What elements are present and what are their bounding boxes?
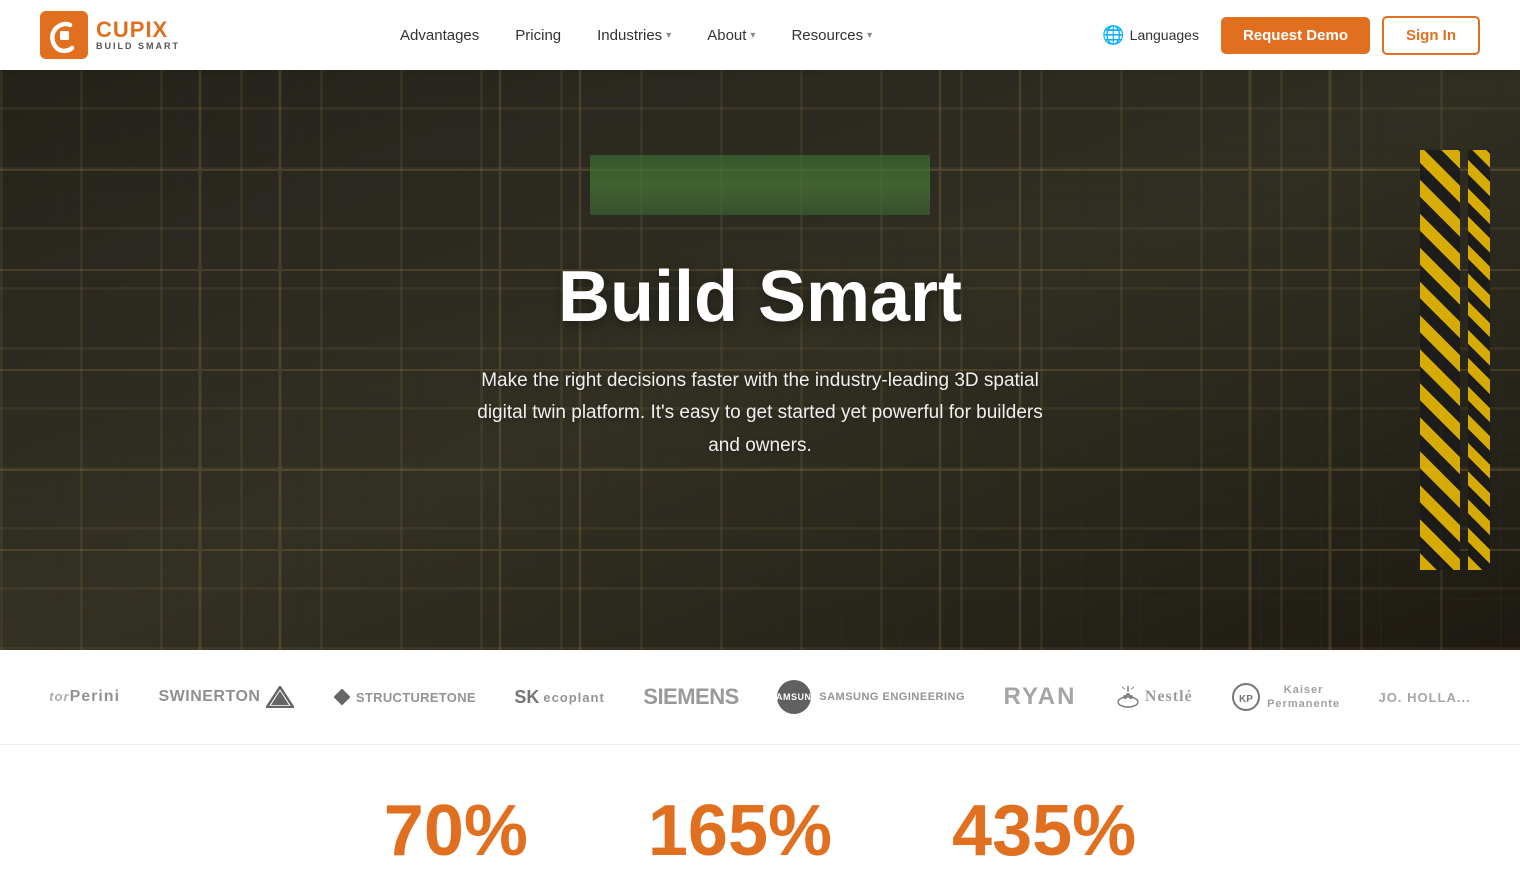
structuretone-icon: [333, 688, 351, 706]
chevron-down-icon: ▾: [750, 30, 755, 41]
chevron-down-icon: ▾: [867, 30, 872, 41]
nav-links: Advantages Pricing Industries ▾ About ▾ …: [386, 19, 886, 52]
hero-title: Build Smart: [470, 258, 1050, 337]
logo-kaiser-permanente: KP KaiserPermanente: [1231, 682, 1340, 712]
stat-value-2: 165%: [648, 795, 832, 867]
logo-tor-perini: torPerini: [49, 688, 120, 706]
nav-about[interactable]: About ▾: [693, 19, 769, 52]
logos-strip: torPerini SWINERTON STRUCTURETONE SK eco…: [0, 650, 1520, 745]
stat-1: 70%: [384, 795, 528, 867]
stat-value-3: 435%: [952, 795, 1136, 867]
nav-actions: 🌐 Languages Request Demo Sign In: [1092, 16, 1480, 55]
logo-samsung: SAMSUNG SAMSUNG ENGINEERING: [777, 680, 965, 714]
stat-value-1: 70%: [384, 795, 528, 867]
sign-in-button[interactable]: Sign In: [1382, 16, 1480, 55]
logo-holland: JO. HOLLA...: [1379, 690, 1471, 705]
logo-brand: CUPIX: [96, 18, 180, 42]
nav-advantages[interactable]: Advantages: [386, 19, 493, 52]
swinerton-icon: [266, 686, 294, 708]
globe-icon: 🌐: [1102, 25, 1124, 46]
language-selector[interactable]: 🌐 Languages: [1092, 19, 1209, 52]
request-demo-button[interactable]: Request Demo: [1221, 17, 1370, 54]
logo-structuretone: STRUCTURETONE: [333, 688, 476, 706]
stat-3: 435%: [952, 795, 1136, 867]
hero-stripe-right2: [1468, 150, 1490, 570]
stats-section: 70% 165% 435%: [0, 745, 1520, 877]
hero-content: Build Smart Make the right decisions fas…: [440, 258, 1080, 462]
logo-text: CUPIX BUILD SMART: [96, 18, 180, 52]
nav-pricing[interactable]: Pricing: [501, 19, 575, 52]
hero-stripe-right: [1420, 150, 1460, 570]
navbar: CUPIX BUILD SMART Advantages Pricing Ind…: [0, 0, 1520, 70]
logo-icon: [40, 11, 88, 59]
hero-tarp: [590, 155, 930, 215]
hero-section: Build Smart Make the right decisions fas…: [0, 70, 1520, 650]
logo-tagline: BUILD SMART: [96, 42, 180, 52]
logo-siemens: SIEMENS: [643, 684, 739, 710]
nestle-icon: [1115, 684, 1141, 710]
chevron-down-icon: ▾: [666, 30, 671, 41]
nav-resources[interactable]: Resources ▾: [777, 19, 886, 52]
nav-industries[interactable]: Industries ▾: [583, 19, 685, 52]
stat-2: 165%: [648, 795, 832, 867]
svg-text:KP: KP: [1239, 694, 1253, 705]
hero-subtitle: Make the right decisions faster with the…: [470, 365, 1050, 462]
logo-swinerton: SWINERTON: [158, 686, 294, 708]
logo-nestle: Nestlé: [1115, 684, 1193, 710]
logo[interactable]: CUPIX BUILD SMART: [40, 11, 180, 59]
logo-sk-ecoplant: SK ecoplant: [514, 687, 604, 708]
logo-ryan: RYAN: [1004, 683, 1077, 711]
kaiser-icon: KP: [1231, 682, 1261, 712]
